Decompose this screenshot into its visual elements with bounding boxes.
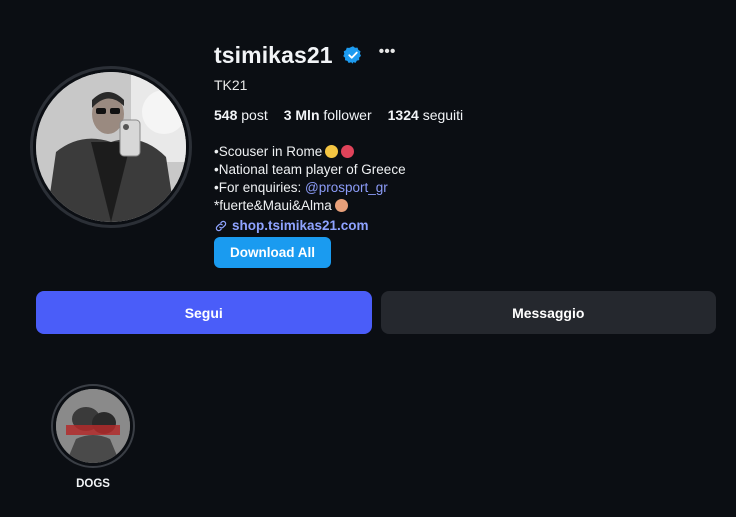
name-row: tsimikas21 ••• — [214, 40, 714, 70]
emoji-yellow-circle — [325, 145, 339, 158]
highlight-cover-photo — [56, 389, 130, 463]
bio-line-4: *fuerte&Maui&Alma — [214, 197, 714, 215]
highlight-label: DOGS — [76, 478, 110, 490]
story-highlight[interactable]: DOGS — [50, 384, 136, 490]
following-stat[interactable]: 1324 seguiti — [388, 107, 464, 123]
profile-avatar-ring[interactable] — [30, 66, 192, 228]
following-label: seguiti — [422, 107, 464, 123]
bio-line-1: •Scouser in Rome — [214, 143, 714, 161]
highlight-ring[interactable] — [51, 384, 135, 468]
profile-stats: 548 post 3 Mln follower 1324 seguiti — [214, 107, 714, 123]
download-all-button[interactable]: Download All — [214, 237, 331, 268]
posts-stat[interactable]: 548 post — [214, 107, 268, 123]
profile-actions: Segui Messaggio — [36, 291, 716, 334]
more-options-icon[interactable]: ••• — [379, 44, 396, 63]
external-link-text: shop.tsimikas21.com — [232, 218, 369, 233]
verified-badge-icon — [342, 46, 361, 64]
external-link[interactable]: shop.tsimikas21.com — [214, 218, 714, 233]
posts-label: post — [241, 107, 268, 123]
followers-stat[interactable]: 3 Mln follower — [284, 107, 372, 123]
profile-header: tsimikas21 ••• TK21 548 post 3 Mln follo… — [214, 40, 714, 268]
username: tsimikas21 — [214, 41, 333, 68]
highlight-cover — [56, 389, 130, 463]
bio-line-4-text: *fuerte&Maui&Alma — [214, 198, 332, 213]
bio-line-3-prefix: •For enquiries: — [214, 180, 306, 195]
link-icon — [215, 220, 227, 231]
emoji-red-circle — [341, 145, 355, 158]
follow-button[interactable]: Segui — [36, 291, 372, 334]
profile-avatar[interactable] — [36, 72, 186, 222]
followers-label: follower — [323, 107, 372, 123]
bio: •Scouser in Rome •National team player o… — [214, 143, 714, 215]
bio-line-1-text: •Scouser in Rome — [214, 144, 323, 159]
following-count: 1324 — [387, 107, 419, 123]
emoji-dog-face — [334, 199, 348, 212]
message-button[interactable]: Messaggio — [380, 291, 716, 334]
avatar-photo — [36, 72, 186, 222]
full-name: TK21 — [214, 77, 248, 93]
mention-link[interactable]: @prosport_gr — [305, 180, 388, 195]
posts-count: 548 — [214, 107, 238, 123]
followers-count: 3 Mln — [283, 107, 320, 123]
bio-line-2: •National team player of Greece — [214, 162, 406, 177]
bio-line-3: •For enquiries: @prosport_gr — [214, 179, 714, 197]
